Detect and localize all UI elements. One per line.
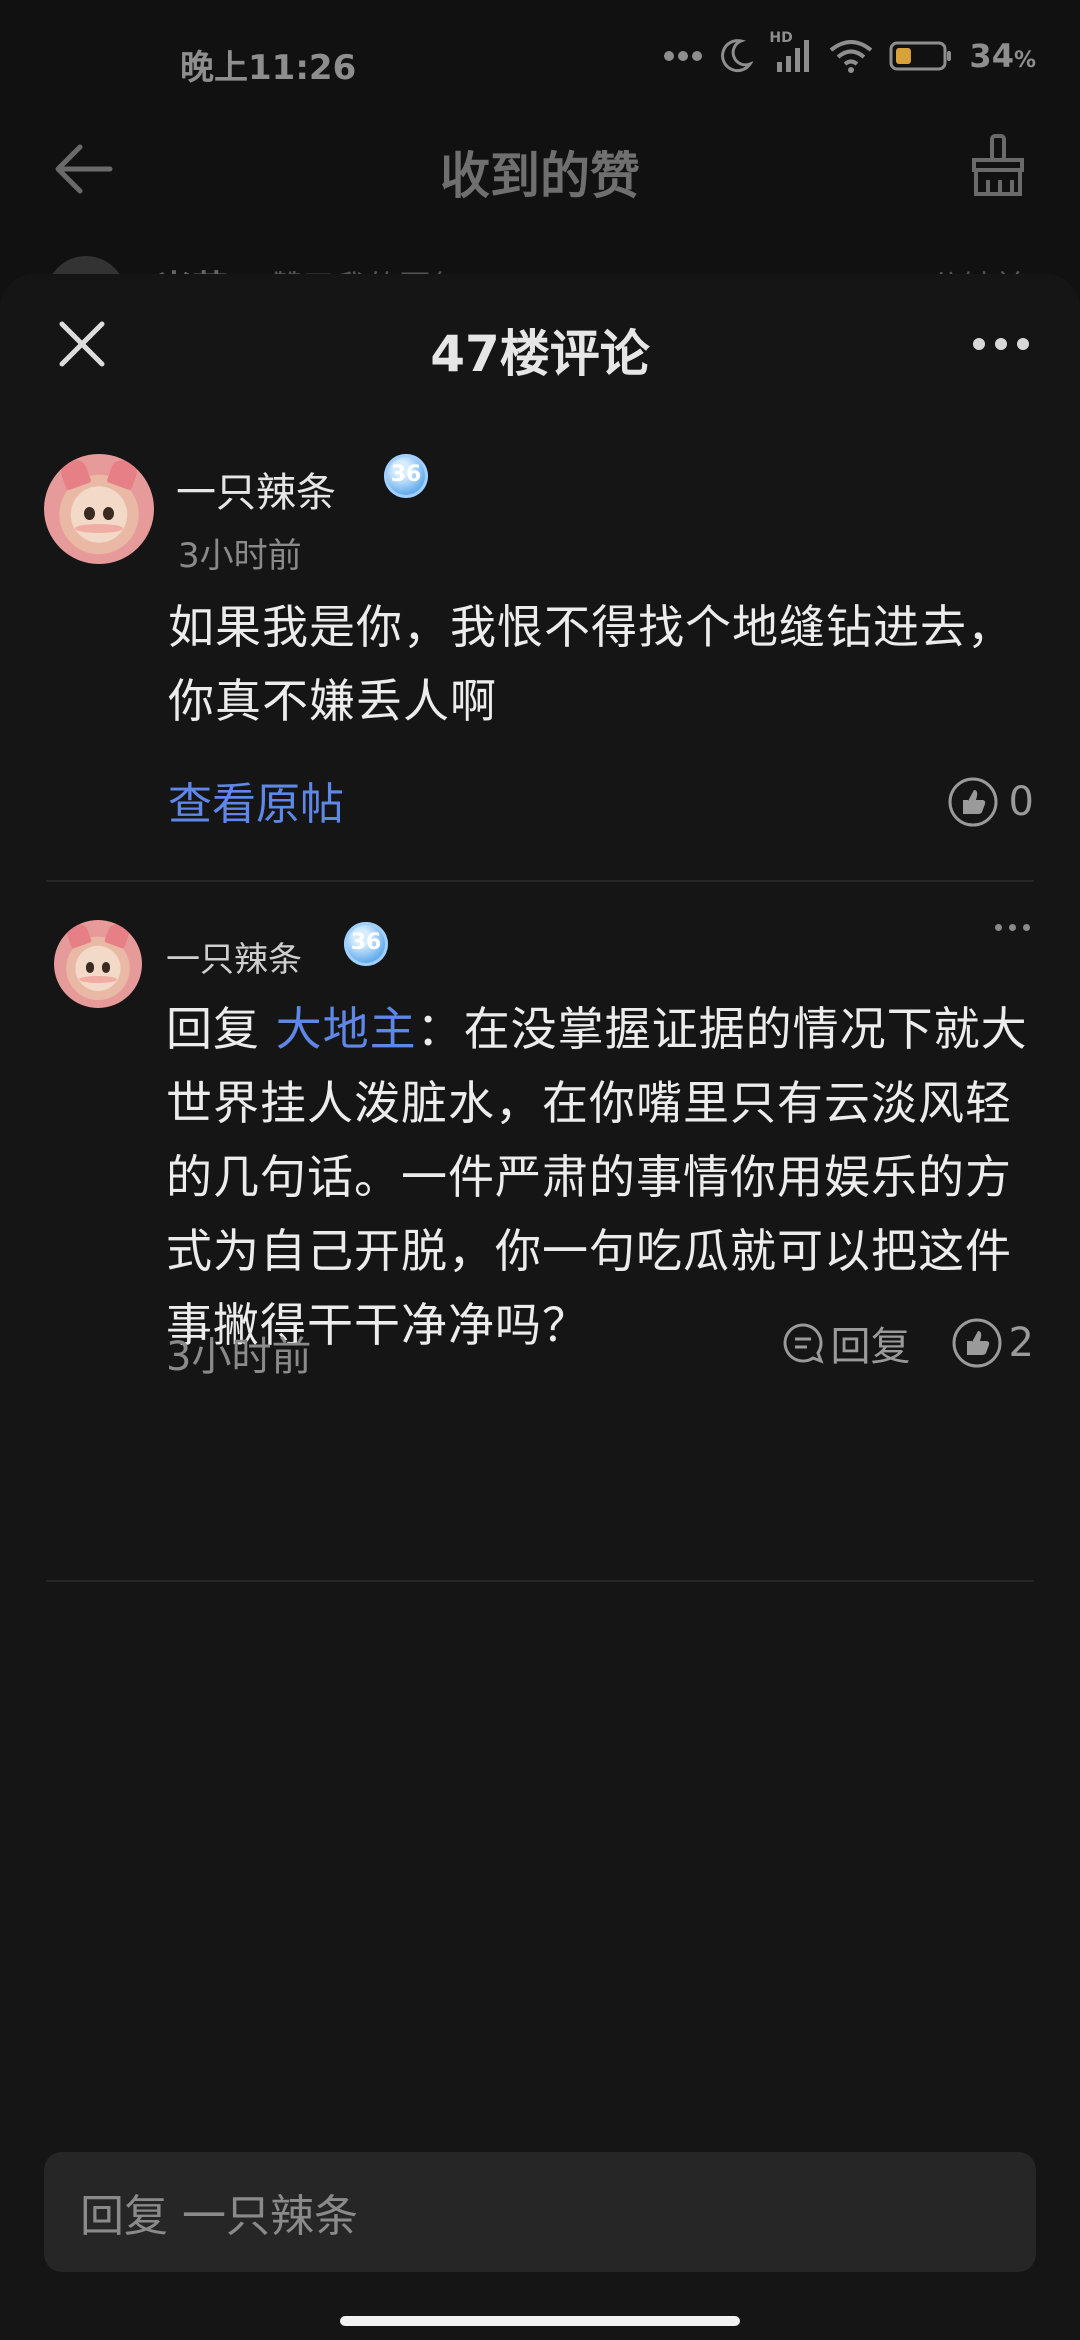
thumbs-up-icon xyxy=(948,777,998,827)
comment-time: 3小时前 xyxy=(178,536,302,576)
wifi-icon xyxy=(830,40,873,73)
avatar[interactable] xyxy=(44,454,154,564)
reply-more-button[interactable] xyxy=(995,924,1030,931)
comment-sheet: 47楼评论 一只辣条 36 3小时前 如果我是你，我恨不得找个地缝钻进去，你真不… xyxy=(0,274,1080,2340)
status-bar: 晚上11:26 HD 34% xyxy=(0,0,1080,126)
main-comment: 一只辣条 36 3小时前 如果我是你，我恨不得找个地缝钻进去，你真不嫌丢人啊 查… xyxy=(0,424,1080,864)
reply-comment: 一只辣条 36 回复 大地主：在没掌握证据的情况下就大世界挂人泼脏水，在你嘴里只… xyxy=(0,884,1080,1384)
divider xyxy=(46,880,1034,882)
more-dot xyxy=(1009,924,1016,931)
more-options-button[interactable] xyxy=(966,324,1036,364)
more-dot xyxy=(1017,338,1029,350)
broom-icon[interactable] xyxy=(968,132,1028,198)
battery-percent: 34 xyxy=(969,37,1014,75)
more-dot xyxy=(1023,924,1030,931)
reply-prefix: 回复 xyxy=(166,1002,260,1056)
reply-actions: 回复 2 xyxy=(781,1314,1034,1372)
reply-text: 回复 大地主：在没掌握证据的情况下就大世界挂人泼脏水，在你嘴里只有云淡风轻的几句… xyxy=(166,992,1046,1362)
reply-label: 回复 xyxy=(830,1324,911,1370)
comment-author[interactable]: 一只辣条 xyxy=(176,460,336,518)
like-button[interactable]: 2 xyxy=(951,1317,1034,1369)
comment-bubble-icon xyxy=(783,1323,824,1364)
sheet-title: 47楼评论 xyxy=(430,325,650,383)
comment-text: 如果我是你，我恨不得找个地缝钻进去，你真不嫌丢人啊 xyxy=(168,600,1014,728)
more-dot xyxy=(995,338,1007,350)
level-badge: 36 xyxy=(380,454,432,500)
more-dots-icon xyxy=(664,51,703,61)
reply-input[interactable]: 回复 一只辣条 xyxy=(44,2152,1036,2272)
status-time: 晚上11:26 xyxy=(180,48,357,88)
view-original-post-link[interactable]: 查看原帖 xyxy=(168,768,344,832)
home-indicator[interactable] xyxy=(340,2316,740,2326)
level-badge: 36 xyxy=(340,922,392,968)
battery-text: 34% xyxy=(969,37,1036,75)
avatar[interactable] xyxy=(54,920,142,1008)
more-dot xyxy=(995,924,1002,931)
reply-author[interactable]: 一只辣条 xyxy=(166,932,302,981)
sheet-header: 47楼评论 xyxy=(0,274,1080,414)
battery-icon xyxy=(889,41,952,71)
reply-button[interactable]: 回复 xyxy=(781,1314,911,1372)
like-count: 0 xyxy=(1008,779,1034,825)
level-number: 36 xyxy=(390,462,422,487)
like-button[interactable]: 0 xyxy=(947,776,1034,828)
mention-link[interactable]: 大地主 xyxy=(276,1002,417,1056)
battery-unit: % xyxy=(1013,48,1036,73)
background-page: 收到的赞 米苏 赞了我的回复 12分钟前 xyxy=(0,126,1080,310)
thumbs-up-icon xyxy=(952,1318,1002,1368)
level-number: 36 xyxy=(350,930,382,955)
like-count: 2 xyxy=(1008,1320,1034,1366)
moon-icon xyxy=(721,39,754,73)
background-page-title: 收到的赞 xyxy=(440,147,640,205)
status-icons: HD 34% xyxy=(663,30,1036,76)
reply-time: 3小时前 xyxy=(166,1334,312,1380)
more-dot xyxy=(973,338,985,350)
network-label: HD xyxy=(769,30,793,46)
divider xyxy=(46,1580,1034,1582)
signal-icon: HD xyxy=(769,30,813,76)
